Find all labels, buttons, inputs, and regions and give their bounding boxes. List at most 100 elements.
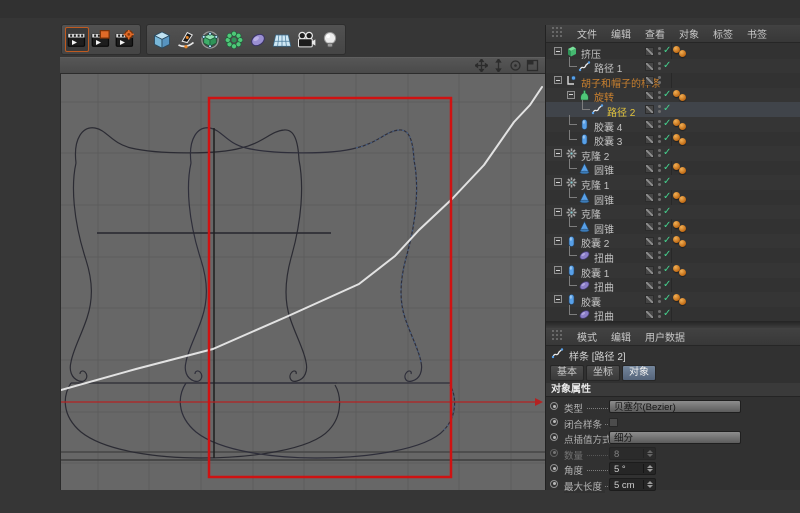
visibility-dots-icon[interactable] <box>658 208 661 216</box>
cone-object-icon[interactable] <box>578 220 591 233</box>
visibility-dots-icon[interactable] <box>658 281 661 289</box>
layer-chip-icon[interactable] <box>645 295 654 304</box>
enabled-check-icon[interactable]: ✓ <box>663 60 671 71</box>
layer-chip-icon[interactable] <box>645 135 654 144</box>
object-manager-menu-item[interactable]: 编辑 <box>611 26 631 41</box>
maximize-icon[interactable] <box>526 59 539 72</box>
object-row[interactable]: 克隆 2✓ <box>546 146 800 161</box>
render-region-icon[interactable] <box>89 27 113 52</box>
expand-toggle-icon[interactable] <box>554 295 562 303</box>
object-row[interactable]: 路径 2✓ <box>546 102 800 117</box>
viewport-canvas[interactable] <box>60 74 545 490</box>
object-row[interactable]: 胶囊 4✓ <box>546 117 800 132</box>
material-tag-icon[interactable] <box>679 240 686 247</box>
material-tag-icon[interactable] <box>679 138 686 145</box>
visibility-dots-icon[interactable] <box>658 105 661 113</box>
camera-icon[interactable] <box>294 27 318 52</box>
object-row[interactable]: 扭曲✓ <box>546 278 800 293</box>
animation-key-circle-icon[interactable] <box>550 433 558 441</box>
object-row[interactable]: 胶囊 1✓ <box>546 263 800 278</box>
bend-object-icon[interactable] <box>578 279 591 292</box>
panel-grip-icon[interactable] <box>552 328 563 346</box>
attribute-manager-menu-item[interactable]: 模式 <box>577 329 597 344</box>
enabled-check-icon[interactable]: ✓ <box>663 118 671 129</box>
visibility-dots-icon[interactable] <box>658 295 661 303</box>
layer-chip-icon[interactable] <box>645 47 654 56</box>
render-view-icon[interactable] <box>65 27 89 52</box>
visibility-dots-icon[interactable] <box>658 193 661 201</box>
attribute-manager-menu-item[interactable]: 用户数据 <box>645 329 685 344</box>
editable-mesh-icon[interactable] <box>198 27 222 52</box>
material-tag-icon[interactable] <box>679 94 686 101</box>
deformer-ellipsoid-icon[interactable] <box>246 27 270 52</box>
layer-chip-icon[interactable] <box>645 164 654 173</box>
spinner-icon[interactable] <box>643 464 654 473</box>
visibility-dots-icon[interactable] <box>658 47 661 55</box>
layer-chip-icon[interactable] <box>645 251 654 260</box>
material-tag-icon[interactable] <box>679 167 686 174</box>
expand-toggle-icon[interactable] <box>554 237 562 245</box>
visibility-dots-icon[interactable] <box>658 164 661 172</box>
dropdown-类型[interactable]: 贝塞尔(Bezier) <box>609 400 741 413</box>
attribute-manager-menu-item[interactable]: 编辑 <box>611 329 631 344</box>
spinner-icon[interactable] <box>643 480 654 489</box>
visibility-dots-icon[interactable] <box>658 62 661 70</box>
expand-toggle-icon[interactable] <box>554 76 562 84</box>
bend-object-icon[interactable] <box>578 308 591 321</box>
spinner-icon[interactable] <box>643 449 654 458</box>
expand-toggle-icon[interactable] <box>554 47 562 55</box>
capsule-object-icon[interactable] <box>578 118 591 131</box>
enabled-check-icon[interactable]: ✓ <box>663 264 671 275</box>
visibility-dots-icon[interactable] <box>658 222 661 230</box>
object-row[interactable]: 胶囊 2✓ <box>546 234 800 249</box>
animation-key-circle-icon[interactable] <box>550 418 558 426</box>
expand-toggle-icon[interactable] <box>554 208 562 216</box>
enabled-check-icon[interactable]: ✓ <box>663 162 671 173</box>
visibility-dots-icon[interactable] <box>658 178 661 186</box>
pan-icon[interactable] <box>475 59 488 72</box>
enabled-check-icon[interactable]: ✓ <box>663 206 671 217</box>
enabled-check-icon[interactable]: ✓ <box>663 176 671 187</box>
visibility-dots-icon[interactable] <box>658 91 661 99</box>
layer-chip-icon[interactable] <box>645 208 654 217</box>
animation-key-circle-icon[interactable] <box>550 449 558 457</box>
object-manager-menu-item[interactable]: 标签 <box>713 26 733 41</box>
enabled-check-icon[interactable]: ✓ <box>663 89 671 100</box>
cone-object-icon[interactable] <box>578 162 591 175</box>
object-row[interactable]: 胶囊✓ <box>546 292 800 307</box>
material-tag-icon[interactable] <box>679 298 686 305</box>
object-row[interactable]: 扭曲✓ <box>546 307 800 321</box>
spline-pen-icon[interactable] <box>174 27 198 52</box>
expand-toggle-icon[interactable] <box>567 91 575 99</box>
enabled-check-icon[interactable]: ✓ <box>663 220 671 231</box>
object-manager-menu-item[interactable]: 文件 <box>577 26 597 41</box>
layer-chip-icon[interactable] <box>645 193 654 202</box>
cone-object-icon[interactable] <box>578 191 591 204</box>
cube-primitive-icon[interactable] <box>150 27 174 52</box>
object-row[interactable]: 扭曲✓ <box>546 248 800 263</box>
animation-key-circle-icon[interactable] <box>550 480 558 488</box>
animation-key-circle-icon[interactable] <box>550 464 558 472</box>
number-field-数量[interactable]: 8 <box>609 447 656 460</box>
visibility-dots-icon[interactable] <box>658 120 661 128</box>
visibility-dots-icon[interactable] <box>658 135 661 143</box>
layer-chip-icon[interactable] <box>645 222 654 231</box>
animation-key-circle-icon[interactable] <box>550 402 558 410</box>
enabled-check-icon[interactable]: ✓ <box>663 103 671 114</box>
checkbox-闭合样条[interactable] <box>609 418 618 427</box>
spline-object-icon[interactable] <box>578 60 591 73</box>
expand-toggle-icon[interactable] <box>554 266 562 274</box>
null-object-icon[interactable] <box>565 74 578 87</box>
expand-toggle-icon[interactable] <box>554 149 562 157</box>
object-row[interactable]: 路径 1✓ <box>546 59 800 74</box>
material-tag-icon[interactable] <box>679 50 686 57</box>
layer-chip-icon[interactable] <box>645 237 654 246</box>
rotate-icon[interactable] <box>509 59 522 72</box>
object-row[interactable]: 圆锥✓ <box>546 219 800 234</box>
capsule-object-icon[interactable] <box>578 133 591 146</box>
object-manager-menu-item[interactable]: 书签 <box>747 26 767 41</box>
material-tag-icon[interactable] <box>679 225 686 232</box>
object-row[interactable]: 挤压✓ <box>546 44 800 59</box>
visibility-dots-icon[interactable] <box>658 76 661 84</box>
number-field-最大长度[interactable]: 5 cm <box>609 478 656 491</box>
